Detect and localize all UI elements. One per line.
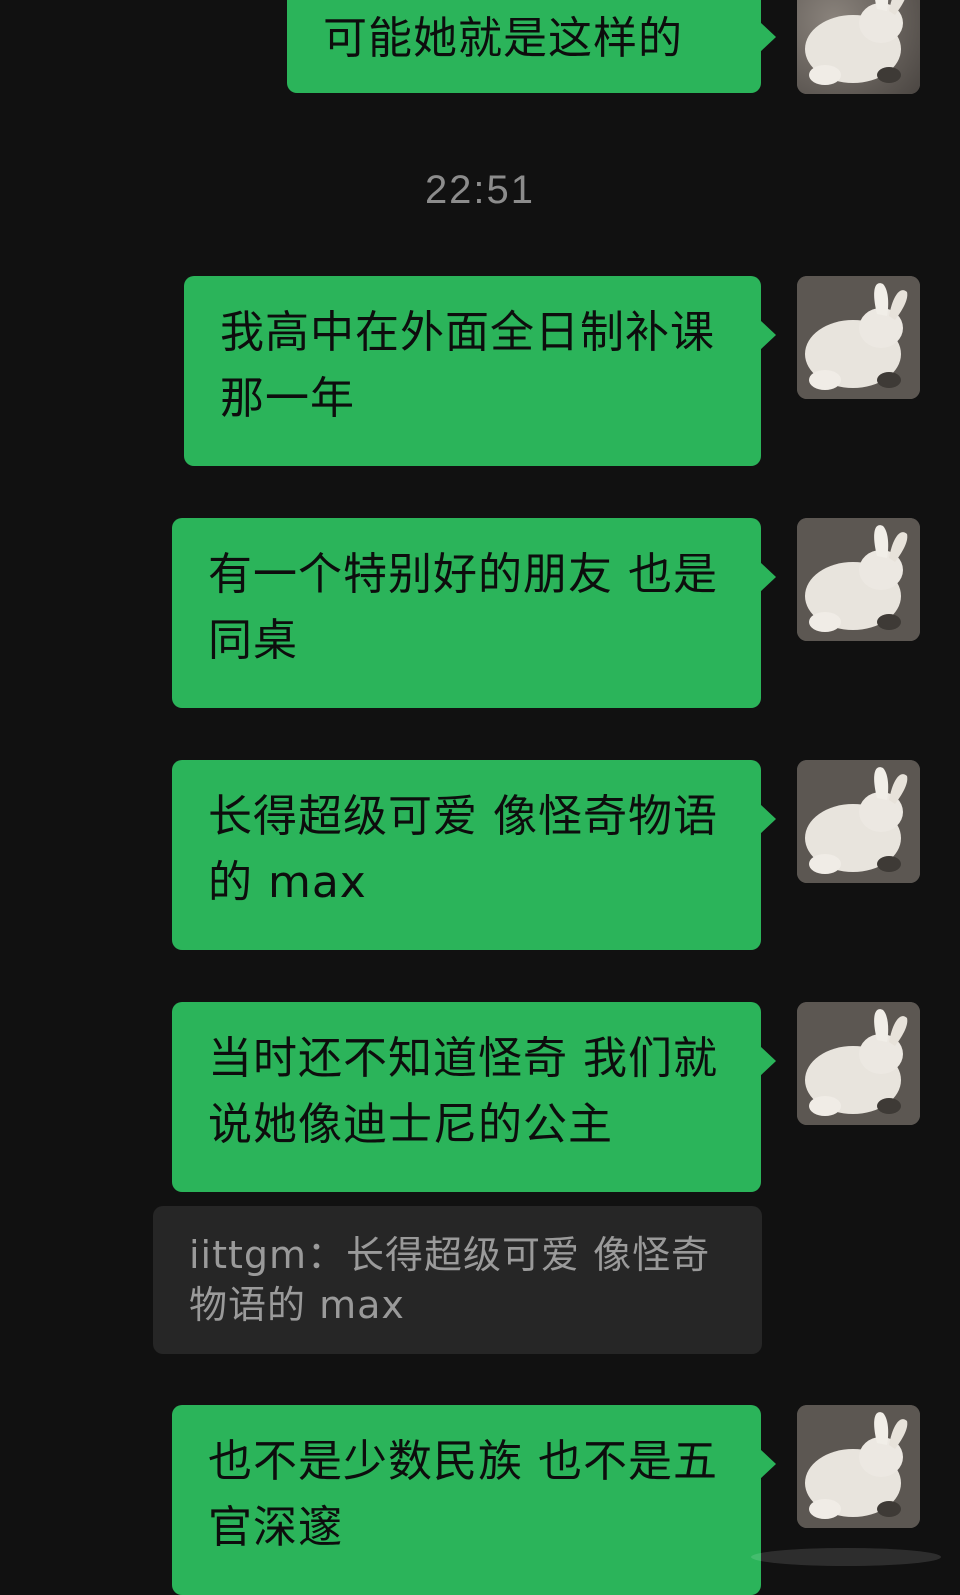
message-bubble[interactable]: 可能她就是这样的 (287, 0, 776, 93)
message-text: 长得超级可爱 像怪奇物语的 max (208, 791, 718, 908)
message-text: 有一个特别好的朋友 也是同桌 (208, 549, 718, 666)
message-bubble[interactable]: 也不是少数民族 也不是五官深邃 (172, 1405, 776, 1595)
avatar[interactable] (797, 518, 920, 641)
avatar[interactable] (797, 276, 920, 399)
rabbit-avatar-icon (797, 276, 920, 399)
quoted-message[interactable]: iittgm：长得超级可爱 像怪奇物语的 max (153, 1206, 762, 1354)
timestamp: 22:51 (424, 168, 536, 212)
message-bubble[interactable]: 长得超级可爱 像怪奇物语的 max (172, 760, 776, 950)
rabbit-avatar-icon (797, 1002, 920, 1125)
message-bubble[interactable]: 当时还不知道怪奇 我们就说她像迪士尼的公主 (172, 1002, 776, 1192)
message-bubble[interactable]: 有一个特别好的朋友 也是同桌 (172, 518, 776, 708)
message-text: 可能她就是这样的 (323, 13, 683, 64)
message-text: 当时还不知道怪奇 我们就说她像迪士尼的公主 (208, 1033, 718, 1150)
message-text: 也不是少数民族 也不是五官深邃 (208, 1436, 718, 1553)
quoted-message-text: iittgm：长得超级可爱 像怪奇物语的 max (189, 1233, 711, 1327)
watermark (726, 1541, 946, 1571)
message-text: 我高中在外面全日制补课那一年 (220, 307, 715, 424)
rabbit-avatar-icon (797, 760, 920, 883)
message-bubble[interactable]: 我高中在外面全日制补课那一年 (184, 276, 776, 466)
avatar[interactable] (797, 1405, 920, 1528)
rabbit-avatar-icon (797, 518, 920, 641)
avatar[interactable] (797, 1002, 920, 1125)
avatar[interactable] (797, 0, 920, 94)
chat-area: 可能她就是这样的 22:51 我高中在外面全日制补课那一年 有一个特别好的朋友 … (0, 0, 960, 1595)
avatar[interactable] (797, 760, 920, 883)
rabbit-avatar-icon (797, 1405, 920, 1528)
rabbit-avatar-icon (797, 0, 920, 94)
